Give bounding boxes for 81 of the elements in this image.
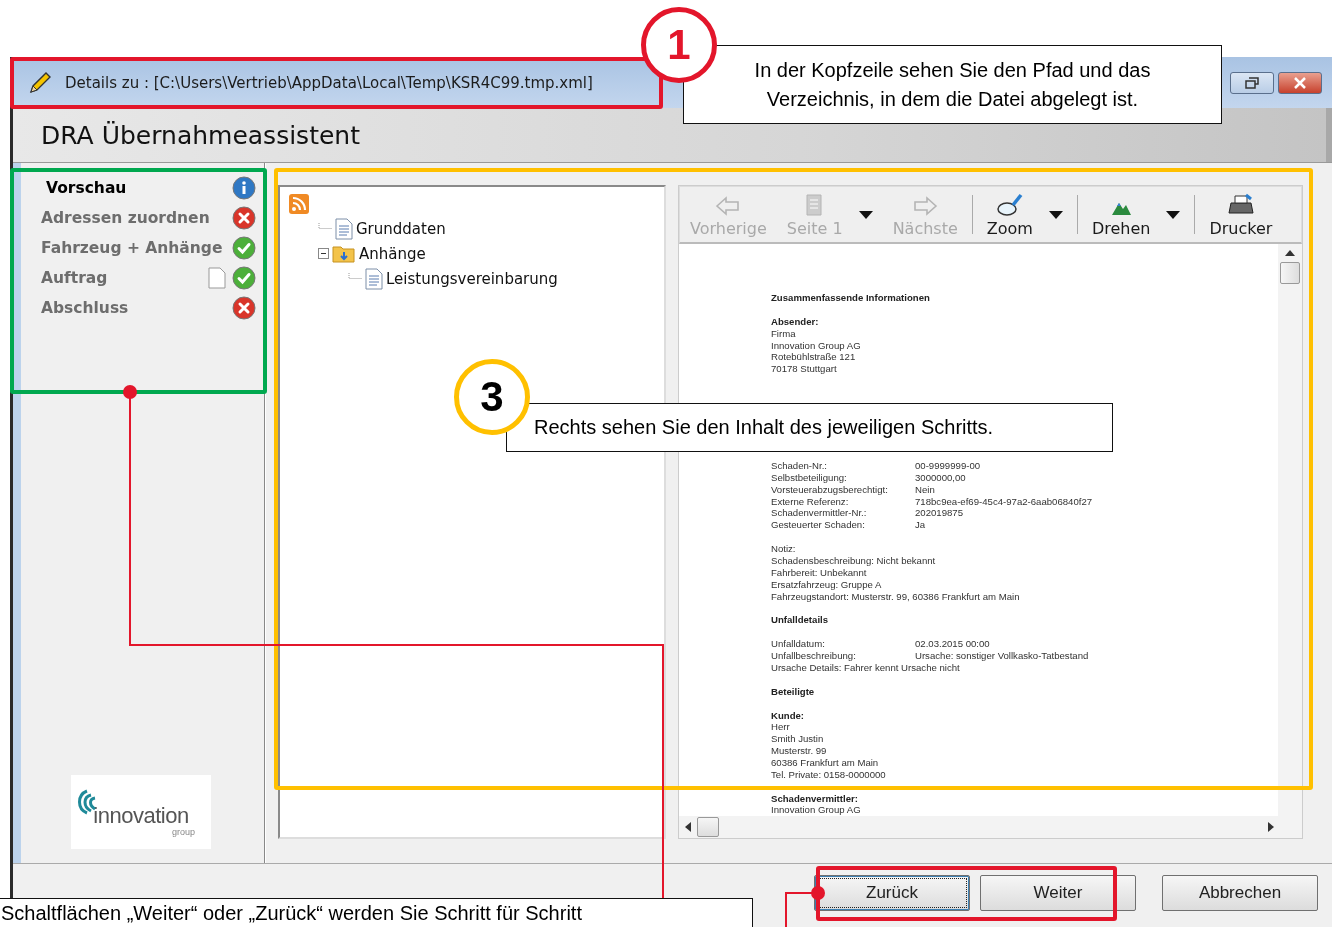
close-icon	[1293, 76, 1307, 89]
field-label: Vorsteuerabzugsberechtigt:	[771, 483, 889, 496]
feed-icon	[288, 192, 310, 215]
section-heading: Absender:	[771, 315, 820, 328]
document-line: Innovation Group AG	[771, 339, 862, 352]
document-line: Rotebühlstraße 121	[771, 351, 857, 364]
caret-icon	[1048, 210, 1063, 219]
callout-text: Rechts sehen Sie den Inhalt des jeweiligen Schritts.	[506, 403, 1113, 452]
scroll-left-icon	[685, 822, 691, 833]
document-line: Herr	[771, 721, 791, 734]
wizard-title: DRA Übernahmeassistent	[41, 120, 360, 150]
arrow-right-icon	[912, 195, 939, 217]
tree-item[interactable]: Grunddaten	[356, 219, 446, 238]
close-button[interactable]	[1278, 71, 1322, 94]
document-line: Firma	[771, 327, 797, 340]
caret-icon	[1166, 210, 1181, 219]
field-label: Externe Referenz:	[771, 495, 850, 508]
document-line: Ersatzfahrzeug: Gruppe A	[771, 578, 883, 591]
toolbar-button[interactable]: Zoom	[976, 187, 1043, 242]
field-label: Unfalldatum:	[771, 638, 826, 651]
field-label: Schaden-Nr.:	[771, 460, 828, 472]
toolbar-button[interactable]: Drucker	[1199, 187, 1283, 242]
printer-icon	[1226, 193, 1255, 217]
field-label: Gesteuerter Schaden:	[771, 519, 866, 532]
step-item[interactable]: Vorschau	[46, 179, 127, 197]
document-line: Fahrzeugstandort: Musterstr. 99, 60386 Frankfurt am Main	[771, 590, 1021, 603]
callout-text: Schaltflächen „Weiter“ oder „Zurück“ werden Sie Schritt für Schritt	[0, 898, 753, 927]
restore-icon	[1245, 76, 1259, 89]
document-line: Notiz:	[771, 543, 797, 555]
logo-subtitle: group	[171, 827, 195, 838]
document-line: Ursache Details: Fahrer kennt Ursache nicht	[771, 661, 961, 674]
document-icon	[335, 217, 353, 240]
field-value: Ja	[915, 519, 926, 532]
field-value: Nein	[915, 483, 935, 496]
scroll-thumb[interactable]	[1280, 262, 1300, 284]
arrow-left-icon	[715, 195, 742, 217]
scroll-thumb[interactable]	[697, 817, 719, 838]
section-heading: Zusammenfassende Informationen	[771, 292, 931, 304]
field-value: 02.03.2015 00:00	[915, 638, 990, 651]
document-line: Fahrbereit: Unbekannt	[771, 566, 868, 579]
tree-item[interactable]: Leistungsvereinbarung	[386, 269, 558, 288]
section-heading: Kunde:	[771, 709, 806, 722]
document-line: 60386 Frankfurt am Main	[771, 756, 880, 769]
toolbar-button[interactable]: Drehen	[1081, 187, 1161, 242]
caret-icon	[858, 210, 873, 219]
folder-icon	[332, 243, 356, 264]
field-label: Schadenvermittler-Nr.:	[771, 507, 868, 520]
pencil-icon	[27, 69, 53, 96]
document-line: Tel. Private: 0158-0000000	[771, 768, 887, 781]
wizard-button[interactable]: Weiter	[980, 874, 1136, 911]
section-heading: Schadenvermittler:	[771, 792, 859, 805]
window-title: Details zu : [C:\Users\Vertrieb\AppData\Local\Temp\KSR4C99.tmp.xml]	[65, 73, 593, 92]
field-value: 718bc9ea-ef69-45c4-97a2-6aab06840f27	[915, 495, 1093, 508]
document-icon	[365, 267, 383, 290]
step-item[interactable]: Auftrag	[41, 269, 108, 287]
document-line: Smith Justin	[771, 733, 825, 746]
field-value: Ursache: sonstiger Vollkasko-Tatbestand	[915, 650, 1089, 662]
field-value: 202019875	[915, 507, 964, 520]
document-line: Musterstr. 99	[771, 745, 828, 757]
section-heading: Beteiligte	[771, 685, 816, 698]
magnifier-icon	[995, 193, 1024, 217]
restore-button[interactable]	[1230, 71, 1274, 94]
leader-line	[785, 886, 825, 927]
field-value: 00-9999999-00	[915, 460, 981, 472]
scroll-right-icon	[1268, 822, 1274, 833]
logo-name: innovation	[93, 803, 189, 830]
wizard-button[interactable]: Zurück	[814, 874, 970, 911]
step-item[interactable]: Adressen zuordnen	[41, 209, 210, 227]
field-label: Selbstbeteiligung:	[771, 471, 848, 484]
step-item[interactable]: Abschluss	[41, 299, 129, 317]
collapse-icon[interactable]	[318, 248, 329, 259]
document-line: Innovation Group AG	[771, 804, 862, 817]
wizard-button[interactable]: Abbrechen	[1162, 874, 1318, 911]
field-label: Unfallbeschreibung:	[771, 650, 857, 662]
field-value: 3000000,00	[915, 471, 966, 484]
scroll-up-icon	[1285, 250, 1295, 256]
tree-item[interactable]: Anhänge	[359, 244, 426, 263]
document-line: 70178 Stuttgart	[771, 363, 838, 376]
section-heading: Unfalldetails	[771, 614, 830, 627]
step-item[interactable]: Fahrzeug + Anhänge	[41, 239, 223, 257]
document-line: Schadensbeschreibung: Nicht bekannt	[771, 554, 937, 567]
